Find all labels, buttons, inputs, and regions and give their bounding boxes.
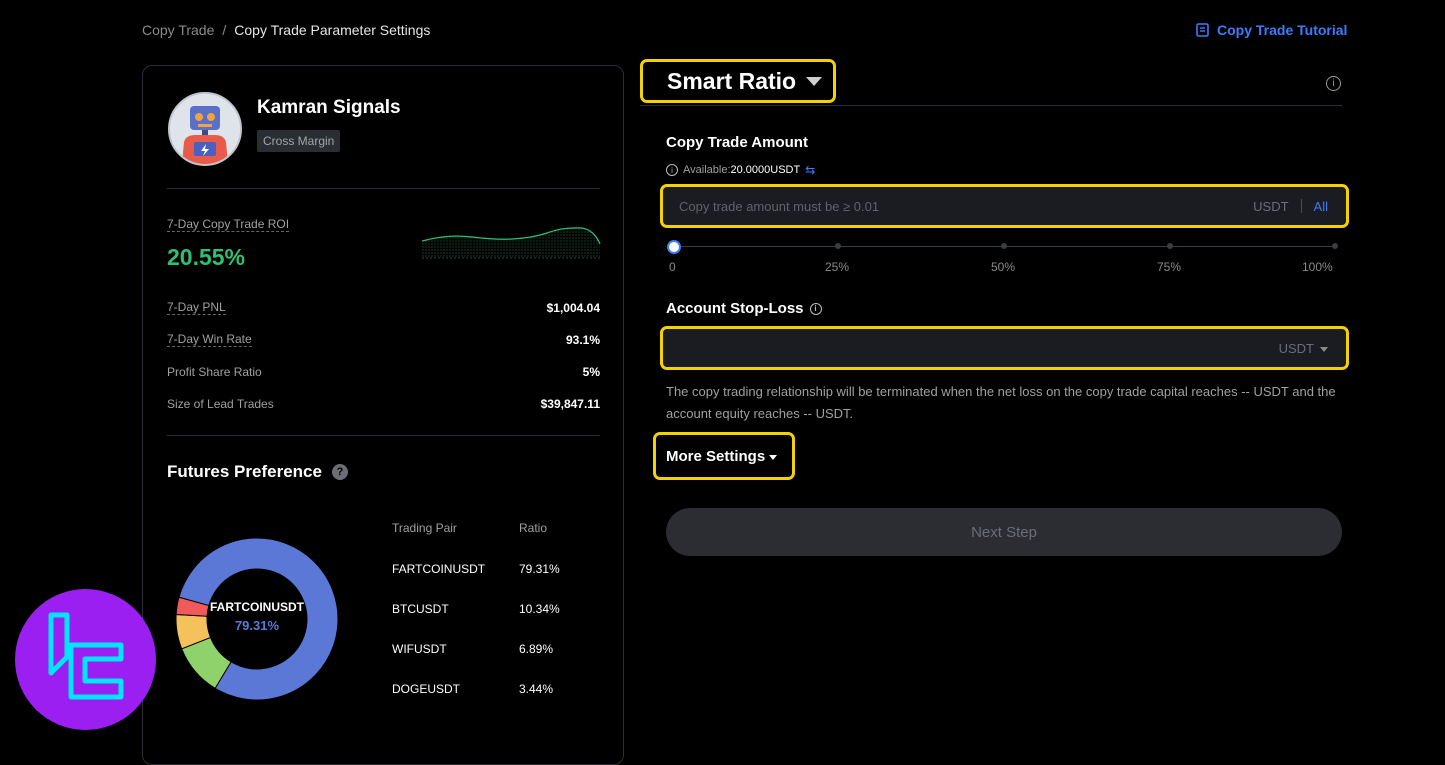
pair-name: DOGEUSDT xyxy=(392,682,461,696)
copy-mode-label: Smart Ratio xyxy=(667,67,797,94)
trader-name[interactable]: Kamran Signals xyxy=(257,97,401,119)
futures-preference-title: Futures Preference ? xyxy=(167,462,348,482)
donut-center-pair: FARTCOINUSDT xyxy=(210,600,304,614)
slider-label: 50% xyxy=(991,260,1016,274)
card-divider xyxy=(167,188,600,189)
info-icon: i xyxy=(666,164,678,176)
header-trading-pair: Trading Pair xyxy=(392,521,457,535)
pair-ratio: 3.44% xyxy=(519,682,554,696)
stat-label-pnl: 7-Day PNL xyxy=(167,300,226,315)
breadcrumb-separator: / xyxy=(222,22,227,38)
slider-step[interactable] xyxy=(835,243,841,249)
transfer-icon[interactable]: ⇆ xyxy=(805,163,815,177)
pair-ratio: 79.31% xyxy=(519,562,560,576)
slider-label: 75% xyxy=(1157,260,1182,274)
stop-loss-label: Account Stop-Loss xyxy=(666,300,804,317)
stat-value-pnl: $1,004.04 xyxy=(546,301,600,315)
copy-amount-title: Copy Trade Amount xyxy=(666,134,808,151)
pair-ratio: 10.34% xyxy=(519,602,560,616)
roi-label: 7-Day Copy Trade ROI xyxy=(167,217,290,232)
available-label: Available: xyxy=(683,164,731,176)
available-balance: i Available: 20.0000USDT ⇆ xyxy=(666,163,815,177)
pair-name: WIFUSDT xyxy=(392,642,447,656)
card-divider xyxy=(167,435,600,436)
stop-loss-field[interactable]: USDT xyxy=(660,326,1349,370)
section-divider xyxy=(640,105,1342,106)
slider-step[interactable] xyxy=(1001,243,1007,249)
brand-logo xyxy=(15,589,156,730)
roi-sparkline xyxy=(422,227,601,259)
caret-down-icon xyxy=(769,454,778,460)
info-icon[interactable]: i xyxy=(1326,76,1341,91)
stat-label-profit-share: Profit Share Ratio xyxy=(167,365,262,379)
stat-value-win-rate: 93.1% xyxy=(565,333,600,347)
robot-avatar-icon xyxy=(170,94,240,164)
all-button[interactable]: All xyxy=(1314,199,1328,214)
breadcrumb-parent[interactable]: Copy Trade xyxy=(142,22,214,38)
caret-down-icon[interactable] xyxy=(1320,346,1328,352)
stop-loss-title: Account Stop-Loss i xyxy=(666,300,822,317)
slider-label: 0 xyxy=(669,260,676,274)
copy-amount-unit: USDT xyxy=(1253,198,1289,214)
copy-trade-tutorial-link[interactable]: Copy Trade Tutorial xyxy=(1196,22,1347,38)
stop-loss-input[interactable] xyxy=(663,339,1279,357)
help-icon[interactable]: ? xyxy=(331,464,348,480)
avatar xyxy=(168,92,242,166)
available-amount: 20.0000USDT xyxy=(730,164,801,176)
slider-label: 100% xyxy=(1302,260,1333,274)
stat-label-win-rate: 7-Day Win Rate xyxy=(167,332,252,347)
more-settings-toggle[interactable]: More Settings xyxy=(653,432,795,480)
book-icon xyxy=(1196,23,1209,37)
more-settings-label: More Settings xyxy=(666,447,766,465)
caret-down-icon xyxy=(806,76,823,86)
stat-value-lead-size: $39,847.11 xyxy=(540,397,600,411)
copy-amount-field[interactable]: USDT All xyxy=(660,184,1349,228)
unit-separator xyxy=(1300,199,1302,213)
donut-center-ratio: 79.31% xyxy=(234,618,280,633)
slider-step[interactable] xyxy=(1167,243,1173,249)
pair-name: FARTCOINUSDT xyxy=(392,562,486,576)
next-step-button[interactable]: Next Step xyxy=(666,508,1342,556)
amount-slider-handle[interactable] xyxy=(667,240,681,254)
donut-center-label: FARTCOINUSDT 79.31% xyxy=(176,600,338,633)
roi-value: 20.55% xyxy=(167,244,246,270)
copy-amount-label: Copy Trade Amount xyxy=(666,134,808,151)
stat-value-profit-share: 5% xyxy=(582,365,600,379)
pair-name: BTCUSDT xyxy=(392,602,449,616)
slider-step[interactable] xyxy=(1332,243,1338,249)
stop-loss-description: The copy trading relationship will be te… xyxy=(666,384,1336,421)
copy-mode-selector[interactable]: Smart Ratio xyxy=(640,59,836,103)
pair-ratio: 6.89% xyxy=(519,642,554,656)
info-icon[interactable]: i xyxy=(809,302,822,315)
header-ratio: Ratio xyxy=(519,521,548,535)
copy-amount-input[interactable] xyxy=(663,197,1254,215)
slider-label: 25% xyxy=(825,260,850,274)
margin-mode-badge: Cross Margin xyxy=(257,130,341,152)
stat-label-lead-size: Size of Lead Trades xyxy=(167,397,274,411)
breadcrumb: Copy Trade / Copy Trade Parameter Settin… xyxy=(142,22,430,38)
futures-preference-label: Futures Preference xyxy=(167,462,322,481)
stop-loss-unit[interactable]: USDT xyxy=(1279,341,1314,356)
tc-logo-icon xyxy=(48,612,124,700)
tutorial-label: Copy Trade Tutorial xyxy=(1217,22,1348,38)
breadcrumb-current: Copy Trade Parameter Settings xyxy=(234,22,431,38)
